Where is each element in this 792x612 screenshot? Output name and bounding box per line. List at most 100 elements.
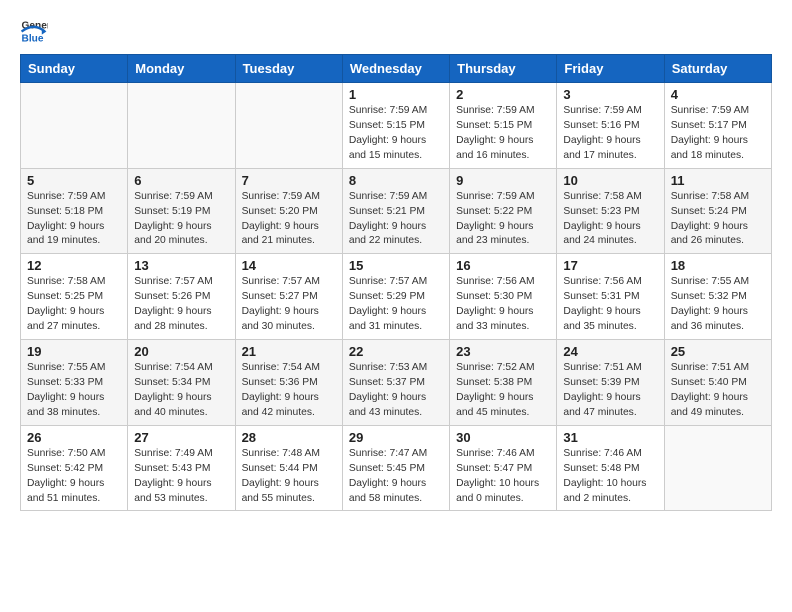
day-info: Sunrise: 7:59 AM Sunset: 5:19 PM Dayligh… <box>134 190 228 250</box>
day-cell-22: 22 Sunrise: 7:53 AM Sunset: 5:37 PM Dayli… <box>342 340 449 426</box>
day-info: Sunrise: 7:46 AM Sunset: 5:47 PM Dayligh… <box>456 447 550 507</box>
logo-icon: General Blue <box>20 16 48 44</box>
day-info: Sunrise: 7:59 AM Sunset: 5:17 PM Dayligh… <box>671 104 765 164</box>
page: General Blue SundayMondayTuesdayWednesda… <box>0 0 792 527</box>
day-cell-20: 20 Sunrise: 7:54 AM Sunset: 5:34 PM Dayli… <box>128 340 235 426</box>
header: General Blue <box>20 16 772 44</box>
day-cell-23: 23 Sunrise: 7:52 AM Sunset: 5:38 PM Dayli… <box>450 340 557 426</box>
weekday-monday: Monday <box>128 55 235 83</box>
day-info: Sunrise: 7:58 AM Sunset: 5:25 PM Dayligh… <box>27 275 121 335</box>
day-info: Sunrise: 7:56 AM Sunset: 5:31 PM Dayligh… <box>563 275 657 335</box>
day-info: Sunrise: 7:59 AM Sunset: 5:22 PM Dayligh… <box>456 190 550 250</box>
day-number: 7 <box>242 173 336 188</box>
day-info: Sunrise: 7:57 AM Sunset: 5:27 PM Dayligh… <box>242 275 336 335</box>
logo: General Blue <box>20 16 48 44</box>
empty-cell <box>664 425 771 511</box>
day-number: 26 <box>27 430 121 445</box>
day-cell-31: 31Sunrise: 7:46 AM Sunset: 5:48 PM Dayli… <box>557 425 664 511</box>
day-info: Sunrise: 7:50 AM Sunset: 5:42 PM Dayligh… <box>27 447 121 507</box>
day-info: Sunrise: 7:51 AM Sunset: 5:39 PM Dayligh… <box>563 361 657 421</box>
day-cell-7: 7 Sunrise: 7:59 AM Sunset: 5:20 PM Daylig… <box>235 168 342 254</box>
weekday-friday: Friday <box>557 55 664 83</box>
day-info: Sunrise: 7:47 AM Sunset: 5:45 PM Dayligh… <box>349 447 443 507</box>
day-number: 2 <box>456 87 550 102</box>
day-cell-5: 5Sunrise: 7:59 AM Sunset: 5:18 PM Daylig… <box>21 168 128 254</box>
day-cell-2: 2 Sunrise: 7:59 AM Sunset: 5:15 PM Daylig… <box>450 83 557 169</box>
weekday-wednesday: Wednesday <box>342 55 449 83</box>
day-cell-8: 8 Sunrise: 7:59 AM Sunset: 5:21 PM Daylig… <box>342 168 449 254</box>
day-cell-24: 24 Sunrise: 7:51 AM Sunset: 5:39 PM Dayli… <box>557 340 664 426</box>
day-number: 10 <box>563 173 657 188</box>
day-cell-29: 29 Sunrise: 7:47 AM Sunset: 5:45 PM Dayli… <box>342 425 449 511</box>
day-info: Sunrise: 7:59 AM Sunset: 5:16 PM Dayligh… <box>563 104 657 164</box>
day-cell-16: 16 Sunrise: 7:56 AM Sunset: 5:30 PM Dayli… <box>450 254 557 340</box>
day-number: 20 <box>134 344 228 359</box>
day-info: Sunrise: 7:59 AM Sunset: 5:15 PM Dayligh… <box>456 104 550 164</box>
day-number: 25 <box>671 344 765 359</box>
day-cell-21: 21 Sunrise: 7:54 AM Sunset: 5:36 PM Dayli… <box>235 340 342 426</box>
day-number: 28 <box>242 430 336 445</box>
day-cell-27: 27 Sunrise: 7:49 AM Sunset: 5:43 PM Dayli… <box>128 425 235 511</box>
day-number: 6 <box>134 173 228 188</box>
day-info: Sunrise: 7:58 AM Sunset: 5:23 PM Dayligh… <box>563 190 657 250</box>
weekday-tuesday: Tuesday <box>235 55 342 83</box>
empty-cell <box>235 83 342 169</box>
day-cell-17: 17 Sunrise: 7:56 AM Sunset: 5:31 PM Dayli… <box>557 254 664 340</box>
day-number: 27 <box>134 430 228 445</box>
day-cell-1: 1Sunrise: 7:59 AM Sunset: 5:15 PM Daylig… <box>342 83 449 169</box>
day-number: 16 <box>456 258 550 273</box>
day-info: Sunrise: 7:57 AM Sunset: 5:26 PM Dayligh… <box>134 275 228 335</box>
day-number: 12 <box>27 258 121 273</box>
day-info: Sunrise: 7:59 AM Sunset: 5:21 PM Dayligh… <box>349 190 443 250</box>
day-cell-26: 26 Sunrise: 7:50 AM Sunset: 5:42 PM Dayli… <box>21 425 128 511</box>
day-info: Sunrise: 7:46 AM Sunset: 5:48 PM Dayligh… <box>563 447 657 507</box>
empty-cell <box>128 83 235 169</box>
day-cell-9: 9Sunrise: 7:59 AM Sunset: 5:22 PM Daylig… <box>450 168 557 254</box>
week-row-5: 26 Sunrise: 7:50 AM Sunset: 5:42 PM Dayli… <box>21 425 772 511</box>
week-row-1: 1Sunrise: 7:59 AM Sunset: 5:15 PM Daylig… <box>21 83 772 169</box>
day-number: 19 <box>27 344 121 359</box>
weekday-saturday: Saturday <box>664 55 771 83</box>
empty-cell <box>21 83 128 169</box>
day-cell-28: 28 Sunrise: 7:48 AM Sunset: 5:44 PM Dayli… <box>235 425 342 511</box>
day-cell-30: 30 Sunrise: 7:46 AM Sunset: 5:47 PM Dayli… <box>450 425 557 511</box>
day-number: 3 <box>563 87 657 102</box>
day-number: 8 <box>349 173 443 188</box>
week-row-4: 19 Sunrise: 7:55 AM Sunset: 5:33 PM Dayli… <box>21 340 772 426</box>
day-number: 29 <box>349 430 443 445</box>
day-number: 17 <box>563 258 657 273</box>
day-info: Sunrise: 7:59 AM Sunset: 5:15 PM Dayligh… <box>349 104 443 164</box>
day-number: 13 <box>134 258 228 273</box>
day-info: Sunrise: 7:55 AM Sunset: 5:32 PM Dayligh… <box>671 275 765 335</box>
day-cell-19: 19 Sunrise: 7:55 AM Sunset: 5:33 PM Dayli… <box>21 340 128 426</box>
day-info: Sunrise: 7:57 AM Sunset: 5:29 PM Dayligh… <box>349 275 443 335</box>
day-number: 23 <box>456 344 550 359</box>
day-number: 30 <box>456 430 550 445</box>
day-info: Sunrise: 7:58 AM Sunset: 5:24 PM Dayligh… <box>671 190 765 250</box>
day-cell-10: 10 Sunrise: 7:58 AM Sunset: 5:23 PM Dayli… <box>557 168 664 254</box>
day-info: Sunrise: 7:52 AM Sunset: 5:38 PM Dayligh… <box>456 361 550 421</box>
day-number: 14 <box>242 258 336 273</box>
day-cell-4: 4 Sunrise: 7:59 AM Sunset: 5:17 PM Daylig… <box>664 83 771 169</box>
day-cell-18: 18Sunrise: 7:55 AM Sunset: 5:32 PM Dayli… <box>664 254 771 340</box>
day-info: Sunrise: 7:48 AM Sunset: 5:44 PM Dayligh… <box>242 447 336 507</box>
day-info: Sunrise: 7:59 AM Sunset: 5:20 PM Dayligh… <box>242 190 336 250</box>
day-number: 24 <box>563 344 657 359</box>
svg-text:Blue: Blue <box>22 34 44 44</box>
day-info: Sunrise: 7:49 AM Sunset: 5:43 PM Dayligh… <box>134 447 228 507</box>
day-cell-6: 6 Sunrise: 7:59 AM Sunset: 5:19 PM Daylig… <box>128 168 235 254</box>
day-number: 22 <box>349 344 443 359</box>
day-info: Sunrise: 7:55 AM Sunset: 5:33 PM Dayligh… <box>27 361 121 421</box>
day-info: Sunrise: 7:56 AM Sunset: 5:30 PM Dayligh… <box>456 275 550 335</box>
week-row-3: 12 Sunrise: 7:58 AM Sunset: 5:25 PM Dayli… <box>21 254 772 340</box>
day-info: Sunrise: 7:54 AM Sunset: 5:34 PM Dayligh… <box>134 361 228 421</box>
day-info: Sunrise: 7:54 AM Sunset: 5:36 PM Dayligh… <box>242 361 336 421</box>
day-cell-13: 13 Sunrise: 7:57 AM Sunset: 5:26 PM Dayli… <box>128 254 235 340</box>
day-number: 4 <box>671 87 765 102</box>
day-number: 15 <box>349 258 443 273</box>
day-info: Sunrise: 7:53 AM Sunset: 5:37 PM Dayligh… <box>349 361 443 421</box>
day-number: 21 <box>242 344 336 359</box>
day-number: 11 <box>671 173 765 188</box>
day-info: Sunrise: 7:59 AM Sunset: 5:18 PM Dayligh… <box>27 190 121 250</box>
day-cell-25: 25Sunrise: 7:51 AM Sunset: 5:40 PM Dayli… <box>664 340 771 426</box>
